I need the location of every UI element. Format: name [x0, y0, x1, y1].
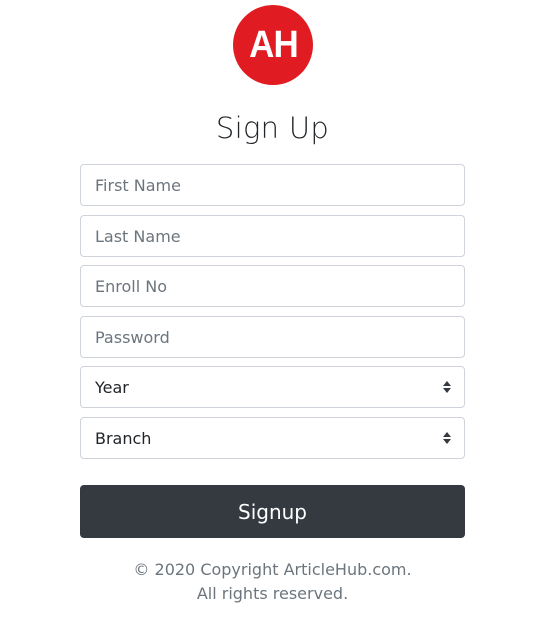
year-select[interactable]: Year — [80, 366, 465, 408]
footer: © 2020 Copyright ArticleHub.com. All rig… — [0, 558, 545, 606]
footer-copyright: © 2020 Copyright ArticleHub.com. — [133, 560, 412, 579]
sort-arrows-icon — [443, 432, 451, 444]
page-title: Sign Up — [215, 111, 330, 145]
signup-button[interactable]: Signup — [80, 485, 465, 538]
last-name-field-wrapper — [80, 215, 465, 257]
password-field-wrapper — [80, 316, 465, 358]
branch-select-value: Branch — [95, 428, 152, 448]
first-name-input[interactable] — [95, 165, 464, 205]
branch-select[interactable]: Branch — [80, 417, 465, 459]
brand-logo: AH — [233, 5, 313, 85]
year-select-value: Year — [95, 377, 129, 397]
footer-rights: All rights reserved. — [196, 584, 349, 603]
password-input[interactable] — [95, 317, 464, 357]
brand-logo-text: AH — [248, 24, 299, 66]
enroll-no-field-wrapper — [80, 265, 465, 307]
last-name-input[interactable] — [95, 216, 464, 256]
enroll-no-input[interactable] — [95, 266, 464, 306]
sort-arrows-icon — [443, 381, 451, 393]
first-name-field-wrapper — [80, 164, 465, 206]
